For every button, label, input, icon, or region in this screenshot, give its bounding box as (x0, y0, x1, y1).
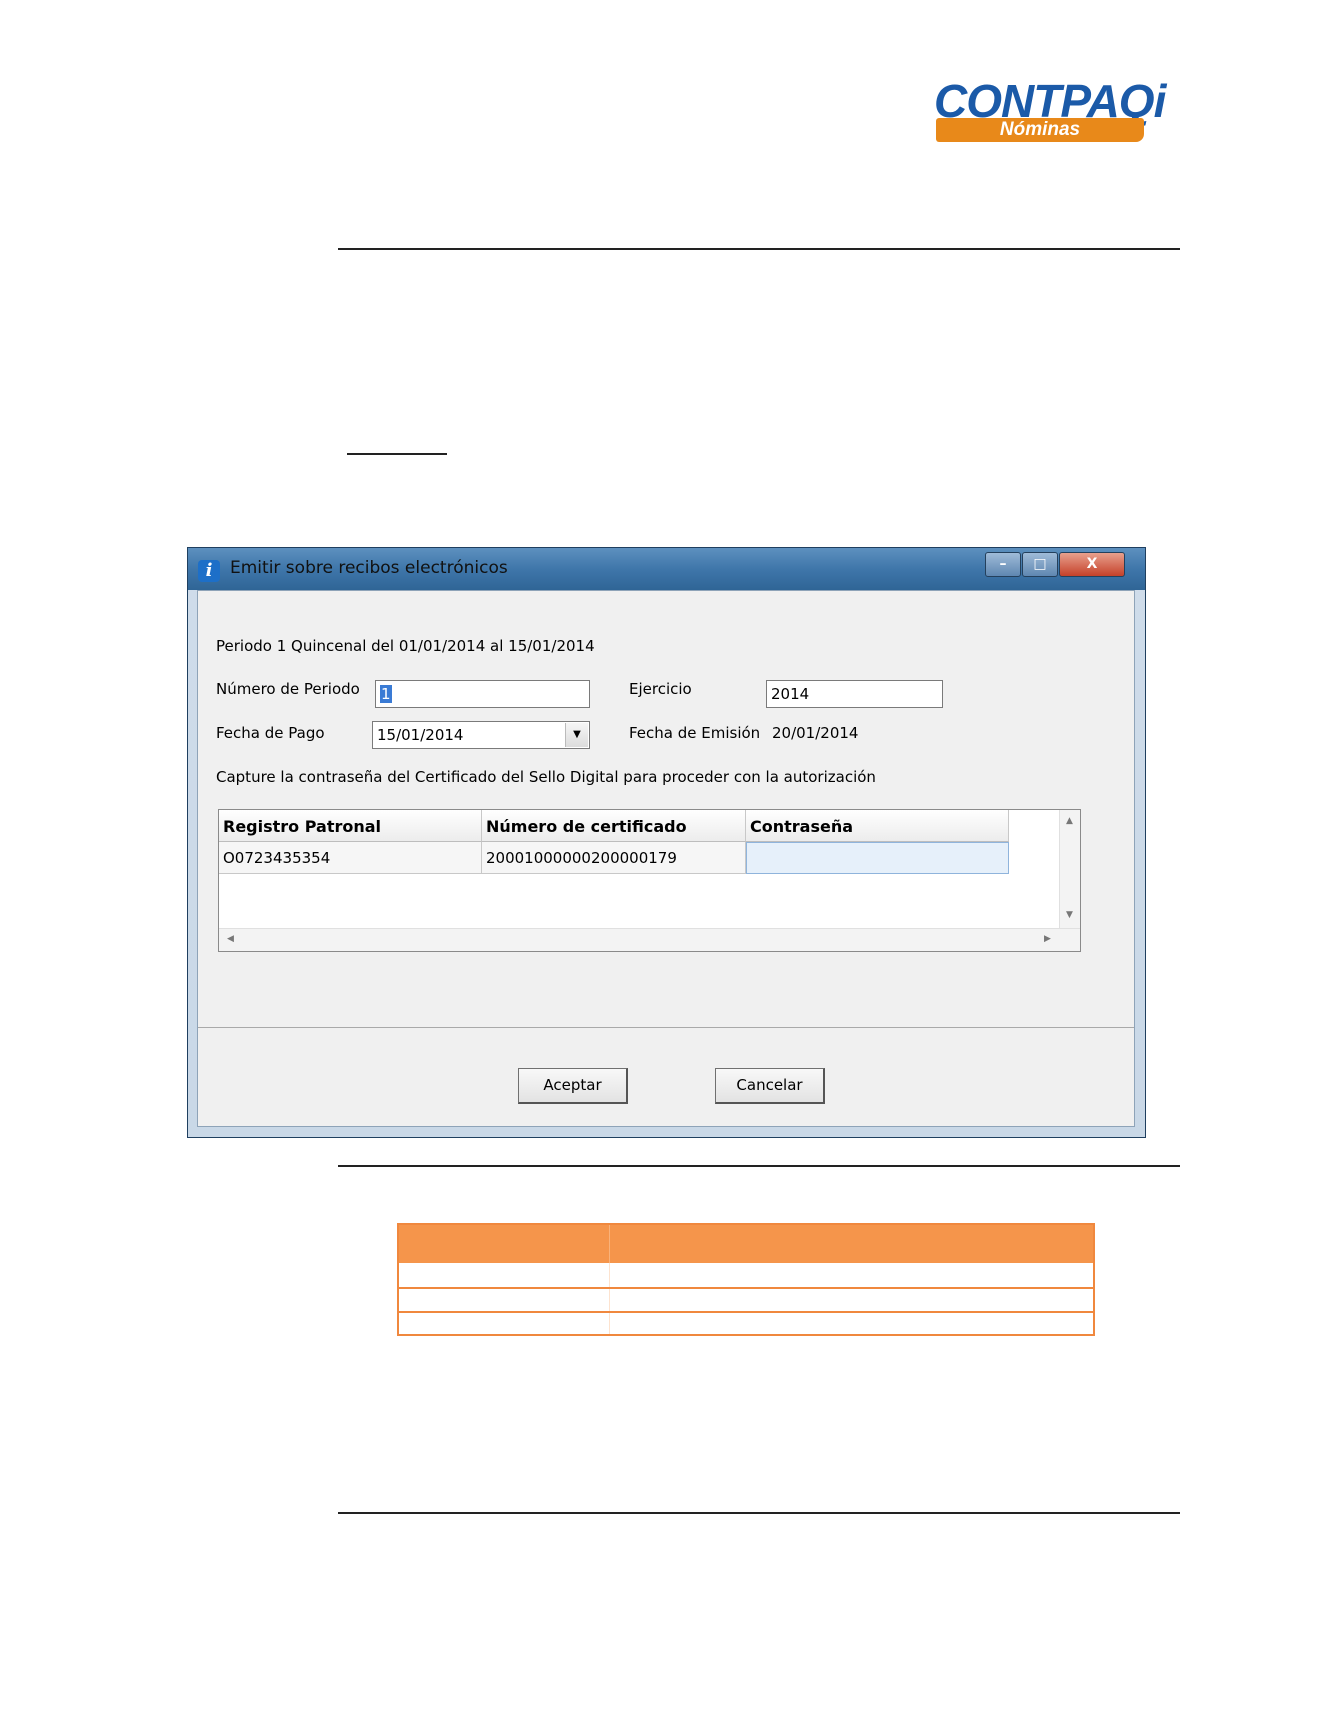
header-numero-certificado[interactable]: Número de certificado (482, 810, 746, 842)
short-underline (347, 453, 447, 455)
empty-orange-table (397, 1223, 1095, 1336)
header-registro-patronal[interactable]: Registro Patronal (219, 810, 482, 842)
minimize-icon[interactable]: – (985, 552, 1021, 577)
fecha-pago-value: 15/01/2014 (377, 726, 464, 744)
password-input-cell[interactable] (746, 842, 1009, 874)
vertical-scrollbar[interactable]: ▲ ▼ (1059, 810, 1080, 929)
horizontal-scrollbar[interactable]: ◀ ▶ (219, 928, 1080, 951)
info-icon: i (198, 560, 220, 582)
fecha-emision-label: Fecha de Emisión (629, 724, 761, 742)
table-row (399, 1287, 1093, 1289)
dropdown-arrow-icon[interactable]: ▼ (565, 723, 588, 747)
cancelar-button[interactable]: Cancelar (715, 1068, 825, 1104)
period-text: Periodo 1 Quincenal del 01/01/2014 al 15… (216, 637, 595, 655)
numero-periodo-input[interactable]: 1 (375, 680, 590, 708)
instruction-text: Capture la contraseña del Certificado de… (216, 768, 876, 786)
bottom-divider (338, 1512, 1180, 1514)
numero-periodo-label: Número de Periodo (216, 680, 360, 698)
cell-registro-patronal[interactable]: O0723435354 (219, 842, 482, 874)
dialog-body: Periodo 1 Quincenal del 01/01/2014 al 15… (197, 590, 1135, 1127)
logo-brand-i: i (1153, 75, 1167, 127)
cell-numero-certificado[interactable]: 20001000000200000179 (482, 842, 746, 874)
fecha-pago-select[interactable]: 15/01/2014 ▼ (372, 721, 590, 749)
ejercicio-input[interactable]: 2014 (766, 680, 943, 708)
table-header (399, 1225, 1093, 1263)
scroll-left-icon[interactable]: ◀ (227, 934, 234, 944)
scroll-down-icon[interactable]: ▼ (1066, 910, 1073, 920)
ejercicio-value: 2014 (771, 685, 810, 703)
scroll-right-icon[interactable]: ▶ (1044, 934, 1051, 944)
maximize-icon[interactable]: □ (1022, 552, 1058, 577)
scroll-up-icon[interactable]: ▲ (1066, 816, 1073, 826)
title-bar[interactable]: i Emitir sobre recibos electrónicos – □ … (188, 548, 1145, 590)
fecha-emision-value: 20/01/2014 (772, 724, 859, 742)
close-icon[interactable]: X (1059, 552, 1125, 577)
certificates-grid: Registro Patronal Número de certificado … (218, 809, 1081, 952)
header-contrasena[interactable]: Contraseña (746, 810, 1009, 842)
fecha-pago-label: Fecha de Pago (216, 724, 325, 742)
ejercicio-label: Ejercicio (629, 680, 692, 698)
window-title: Emitir sobre recibos electrónicos (230, 558, 508, 578)
table-row (399, 1311, 1093, 1313)
logo-product-text: Nóminas (936, 118, 1144, 142)
emitir-recibos-dialog: i Emitir sobre recibos electrónicos – □ … (187, 547, 1146, 1138)
numero-periodo-value: 1 (380, 685, 392, 703)
contpaqi-nominas-logo: CONTPAQi Nóminas (934, 78, 1174, 148)
middle-divider (338, 1165, 1180, 1167)
footer-separator (198, 1027, 1134, 1028)
aceptar-button[interactable]: Aceptar (518, 1068, 628, 1104)
top-divider (338, 248, 1180, 250)
